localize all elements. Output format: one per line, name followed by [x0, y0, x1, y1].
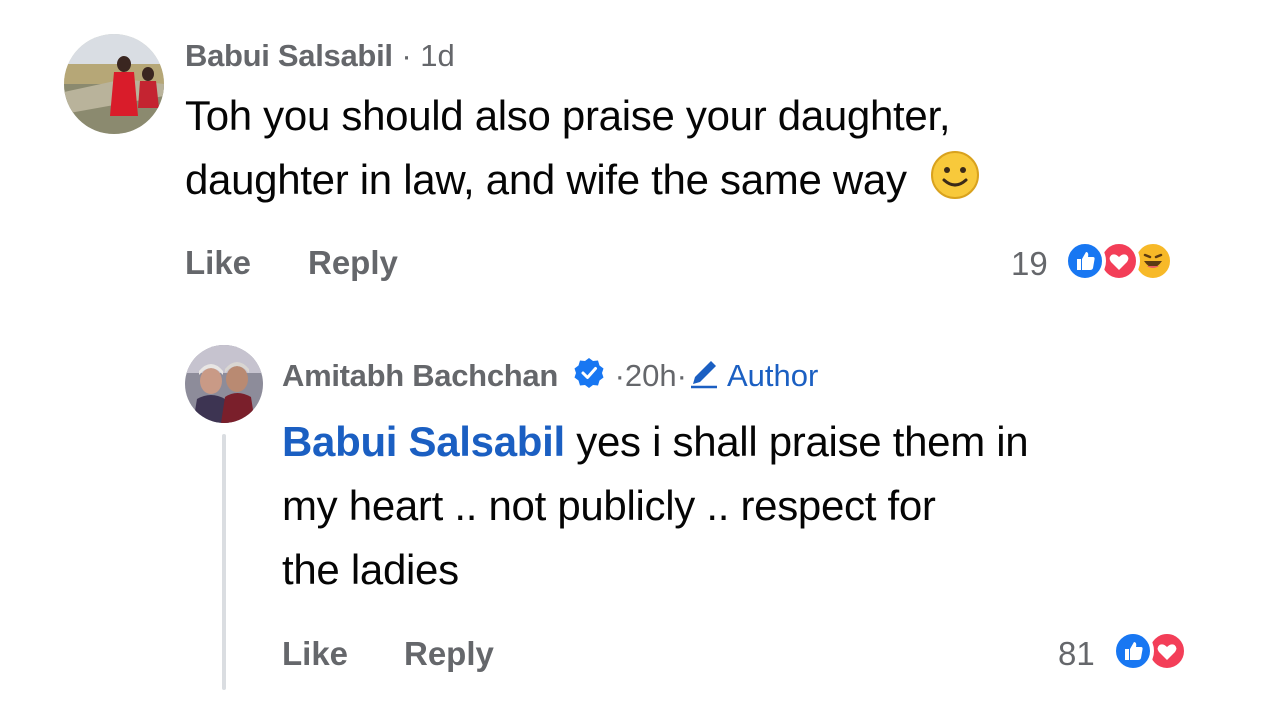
reply-button[interactable]: Reply [308, 244, 398, 282]
avatar-babui-salsabil[interactable] [64, 34, 164, 134]
like-button[interactable]: Like [185, 244, 251, 282]
reaction-count[interactable]: 19 [1011, 245, 1048, 283]
pencil-icon [687, 356, 723, 395]
author-badge-label: Author [726, 357, 819, 393]
mention-link[interactable]: Babui Salsabil [282, 418, 565, 465]
reactions-summary[interactable] [1112, 628, 1222, 678]
smile-emoji-icon [930, 150, 980, 218]
reactions-summary[interactable] [1064, 238, 1224, 288]
separator-dot: · [676, 357, 687, 393]
reaction-count[interactable]: 81 [1058, 635, 1095, 673]
comment-timestamp[interactable]: 20h [625, 358, 677, 394]
like-reaction-icon [1112, 630, 1154, 672]
like-button[interactable]: Like [282, 635, 348, 673]
comment-author-name[interactable]: Babui Salsabil [185, 38, 393, 73]
comment-text-line: Toh you should also praise your daughter… [185, 92, 951, 139]
comment-text-line: the ladies [282, 546, 459, 593]
like-reaction-icon [1064, 240, 1106, 282]
comment-timestamp[interactable]: 1d [420, 38, 454, 73]
thread-line [222, 434, 226, 690]
comment-text: Toh you should also praise your daughter… [185, 84, 1185, 218]
comment-text-line: my heart .. not publicly .. respect for [282, 482, 936, 529]
avatar-amitabh-bachchan[interactable] [185, 345, 263, 423]
comment-author-name[interactable]: Amitabh Bachchan [282, 358, 558, 394]
separator-dot: · [392, 38, 421, 73]
comment-text: Babui Salsabil yes i shall praise them i… [282, 410, 1242, 602]
verified-badge-icon [572, 356, 606, 395]
separator-dot: · [605, 357, 625, 393]
reply-button[interactable]: Reply [404, 635, 494, 673]
comment-text-line: daughter in law, and wife the same way [185, 156, 907, 203]
comment-text-line: yes i shall praise them in [576, 418, 1029, 465]
